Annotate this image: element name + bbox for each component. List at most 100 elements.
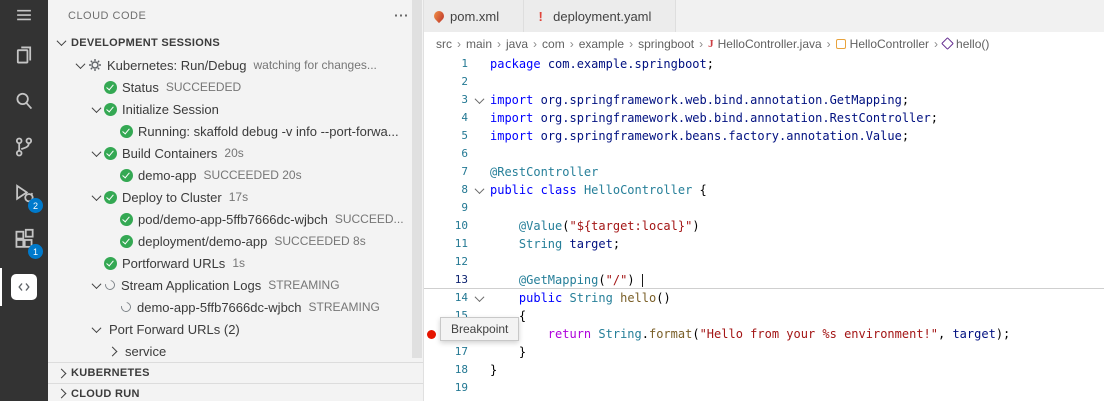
code-line-15[interactable]: 15 { xyxy=(424,307,1104,325)
section-label: CLOUD RUN xyxy=(71,388,140,400)
code-text: @Value("${target:local}") xyxy=(490,217,700,235)
status-success-check-icon xyxy=(104,81,117,94)
code-line-17[interactable]: 17 } xyxy=(424,343,1104,361)
breadcrumb-item-example[interactable]: example xyxy=(579,37,624,51)
section-kubernetes[interactable]: KUBERNETES xyxy=(48,362,423,383)
java-file-icon: J xyxy=(708,38,714,50)
tree-item-label: Port Forward URLs (2) xyxy=(109,322,240,337)
code-line-7[interactable]: 7@RestController xyxy=(424,163,1104,181)
code-text: import org.springframework.web.bind.anno… xyxy=(490,109,938,127)
fold-chevron-icon[interactable] xyxy=(468,295,490,302)
tree-item-deployment-demo-app[interactable]: deployment/demo-appSUCCEEDED 8s xyxy=(48,230,423,252)
breakpoint-gutter[interactable] xyxy=(424,330,438,339)
breadcrumb-item-springboot[interactable]: springboot xyxy=(638,37,694,51)
code-line-11[interactable]: 11 String target; xyxy=(424,235,1104,253)
breadcrumb-symbol-hellocontroller[interactable]: HelloController xyxy=(836,37,929,51)
chevron-right-icon[interactable] xyxy=(104,348,120,355)
line-number: 17 xyxy=(438,343,468,361)
yaml-warning-icon: ! xyxy=(534,9,547,24)
code-line-2[interactable]: 2 xyxy=(424,73,1104,91)
tree-item-demo-app-5ffb7666dc-wjbch[interactable]: demo-app-5ffb7666dc-wjbchSTREAMING xyxy=(48,296,423,318)
tree-item-status: SUCCEEDED 8s xyxy=(274,234,365,248)
debug-sessions-badge: 2 xyxy=(28,198,43,213)
breadcrumb-file-label: HelloController.java xyxy=(718,37,822,51)
breadcrumb-symbol-hello[interactable]: hello() xyxy=(943,37,989,51)
code-line-14[interactable]: 14 public String hello() xyxy=(424,289,1104,307)
cloud-code-icon xyxy=(11,274,37,300)
sidebar-scrollbar[interactable] xyxy=(412,0,422,358)
breadcrumb-symbol-label: hello() xyxy=(956,37,989,51)
tree-item-status: 20s xyxy=(224,146,243,160)
breadcrumb-separator-icon: › xyxy=(570,37,574,51)
tree-item-stream-application-logs[interactable]: Stream Application LogsSTREAMING xyxy=(48,274,423,296)
tree-item-label: Deploy to Cluster xyxy=(122,190,222,205)
run-and-debug-button[interactable]: 2 xyxy=(0,172,48,218)
section-cloud-run[interactable]: CLOUD RUN xyxy=(48,383,423,401)
code-line-16[interactable]: 16 return String.format("Hello from your… xyxy=(424,325,1104,343)
line-number: 10 xyxy=(438,217,468,235)
code-line-3[interactable]: 3import org.springframework.web.bind.ann… xyxy=(424,91,1104,109)
code-line-18[interactable]: 18} xyxy=(424,361,1104,379)
code-line-13[interactable]: 13 @GetMapping("/") xyxy=(424,271,1104,289)
code-line-12[interactable]: 12 xyxy=(424,253,1104,271)
loading-spinner-icon xyxy=(103,278,117,292)
breadcrumb-file[interactable]: J HelloController.java xyxy=(708,37,822,51)
code-line-10[interactable]: 10 @Value("${target:local}") xyxy=(424,217,1104,235)
code-line-5[interactable]: 5import org.springframework.beans.factor… xyxy=(424,127,1104,145)
search-button[interactable] xyxy=(0,80,48,126)
chevron-down-icon[interactable] xyxy=(72,62,88,69)
code-line-4[interactable]: 4import org.springframework.web.bind.ann… xyxy=(424,109,1104,127)
tree-item-port-forward-urls-2[interactable]: Port Forward URLs (2) xyxy=(48,318,423,340)
tree-item-running-skaffold-debug-v-info-port-forwa[interactable]: Running: skaffold debug -v info --port-f… xyxy=(48,120,423,142)
chevron-down-icon[interactable] xyxy=(88,106,104,113)
editor-group: pom.xml!deployment.yaml src›main›java›co… xyxy=(424,0,1104,401)
chevron-down-icon[interactable] xyxy=(88,150,104,157)
chevron-down-icon[interactable] xyxy=(88,326,104,333)
tree-item-demo-app[interactable]: demo-appSUCCEEDED 20s xyxy=(48,164,423,186)
tree-item-portforward-urls[interactable]: Portforward URLs1s xyxy=(48,252,423,274)
code-line-8[interactable]: 8public class HelloController { xyxy=(424,181,1104,199)
code-editor[interactable]: Breakpoint 1package com.example.springbo… xyxy=(424,55,1104,401)
debug-session-gear-icon xyxy=(88,58,102,72)
status-success-check-icon xyxy=(120,213,133,226)
section-development-sessions[interactable]: DEVELOPMENT SESSIONS xyxy=(48,31,423,54)
tree-item-label: demo-app-5ffb7666dc-wjbch xyxy=(137,300,302,315)
code-line-9[interactable]: 9 xyxy=(424,199,1104,217)
code-text: @RestController xyxy=(490,163,598,181)
breadcrumb-item-com[interactable]: com xyxy=(542,37,565,51)
search-icon xyxy=(13,90,35,117)
code-line-19[interactable]: 19 xyxy=(424,379,1104,397)
tree-item-service[interactable]: service xyxy=(48,340,423,362)
tree-item-pod-demo-app-5ffb7666dc-wjbch[interactable]: pod/demo-app-5ffb7666dc-wjbchSUCCEED... xyxy=(48,208,423,230)
breadcrumb-item-src[interactable]: src xyxy=(436,37,452,51)
code-line-1[interactable]: 1package com.example.springboot; xyxy=(424,55,1104,73)
extensions-button[interactable]: 1 xyxy=(0,218,48,264)
tab-deployment-yaml[interactable]: !deployment.yaml xyxy=(524,0,676,32)
menu-button[interactable] xyxy=(0,0,48,34)
tree-item-build-containers[interactable]: Build Containers20s xyxy=(48,142,423,164)
more-actions-button[interactable]: ⋯ xyxy=(394,11,410,21)
tree-item-deploy-to-cluster[interactable]: Deploy to Cluster17s xyxy=(48,186,423,208)
breadcrumb-separator-icon: › xyxy=(699,37,703,51)
chevron-down-icon[interactable] xyxy=(88,282,104,289)
line-number: 19 xyxy=(438,379,468,397)
source-control-button[interactable] xyxy=(0,126,48,172)
tree-item-kubernetes-run-debug[interactable]: Kubernetes: Run/Debugwatching for change… xyxy=(48,54,423,76)
breadcrumb-item-java[interactable]: java xyxy=(506,37,528,51)
code-text: return String.format("Hello from your %s… xyxy=(490,325,1010,343)
breadcrumb-item-main[interactable]: main xyxy=(466,37,492,51)
code-text: package com.example.springboot; xyxy=(490,55,714,73)
fold-chevron-icon[interactable] xyxy=(468,187,490,194)
explorer-button[interactable] xyxy=(0,34,48,80)
chevron-down-icon[interactable] xyxy=(88,194,104,201)
chevron-right-icon xyxy=(57,389,67,399)
tree-item-initialize-session[interactable]: Initialize Session xyxy=(48,98,423,120)
tab-pom-xml[interactable]: pom.xml xyxy=(424,0,524,32)
fold-chevron-icon[interactable] xyxy=(468,97,490,104)
cloud-code-button[interactable] xyxy=(0,264,48,310)
tree-item-status[interactable]: StatusSUCCEEDED xyxy=(48,76,423,98)
code-line-6[interactable]: 6 xyxy=(424,145,1104,163)
files-icon xyxy=(13,44,35,71)
tree-item-status: SUCCEED... xyxy=(335,212,404,226)
breakpoint-icon[interactable] xyxy=(427,330,436,339)
